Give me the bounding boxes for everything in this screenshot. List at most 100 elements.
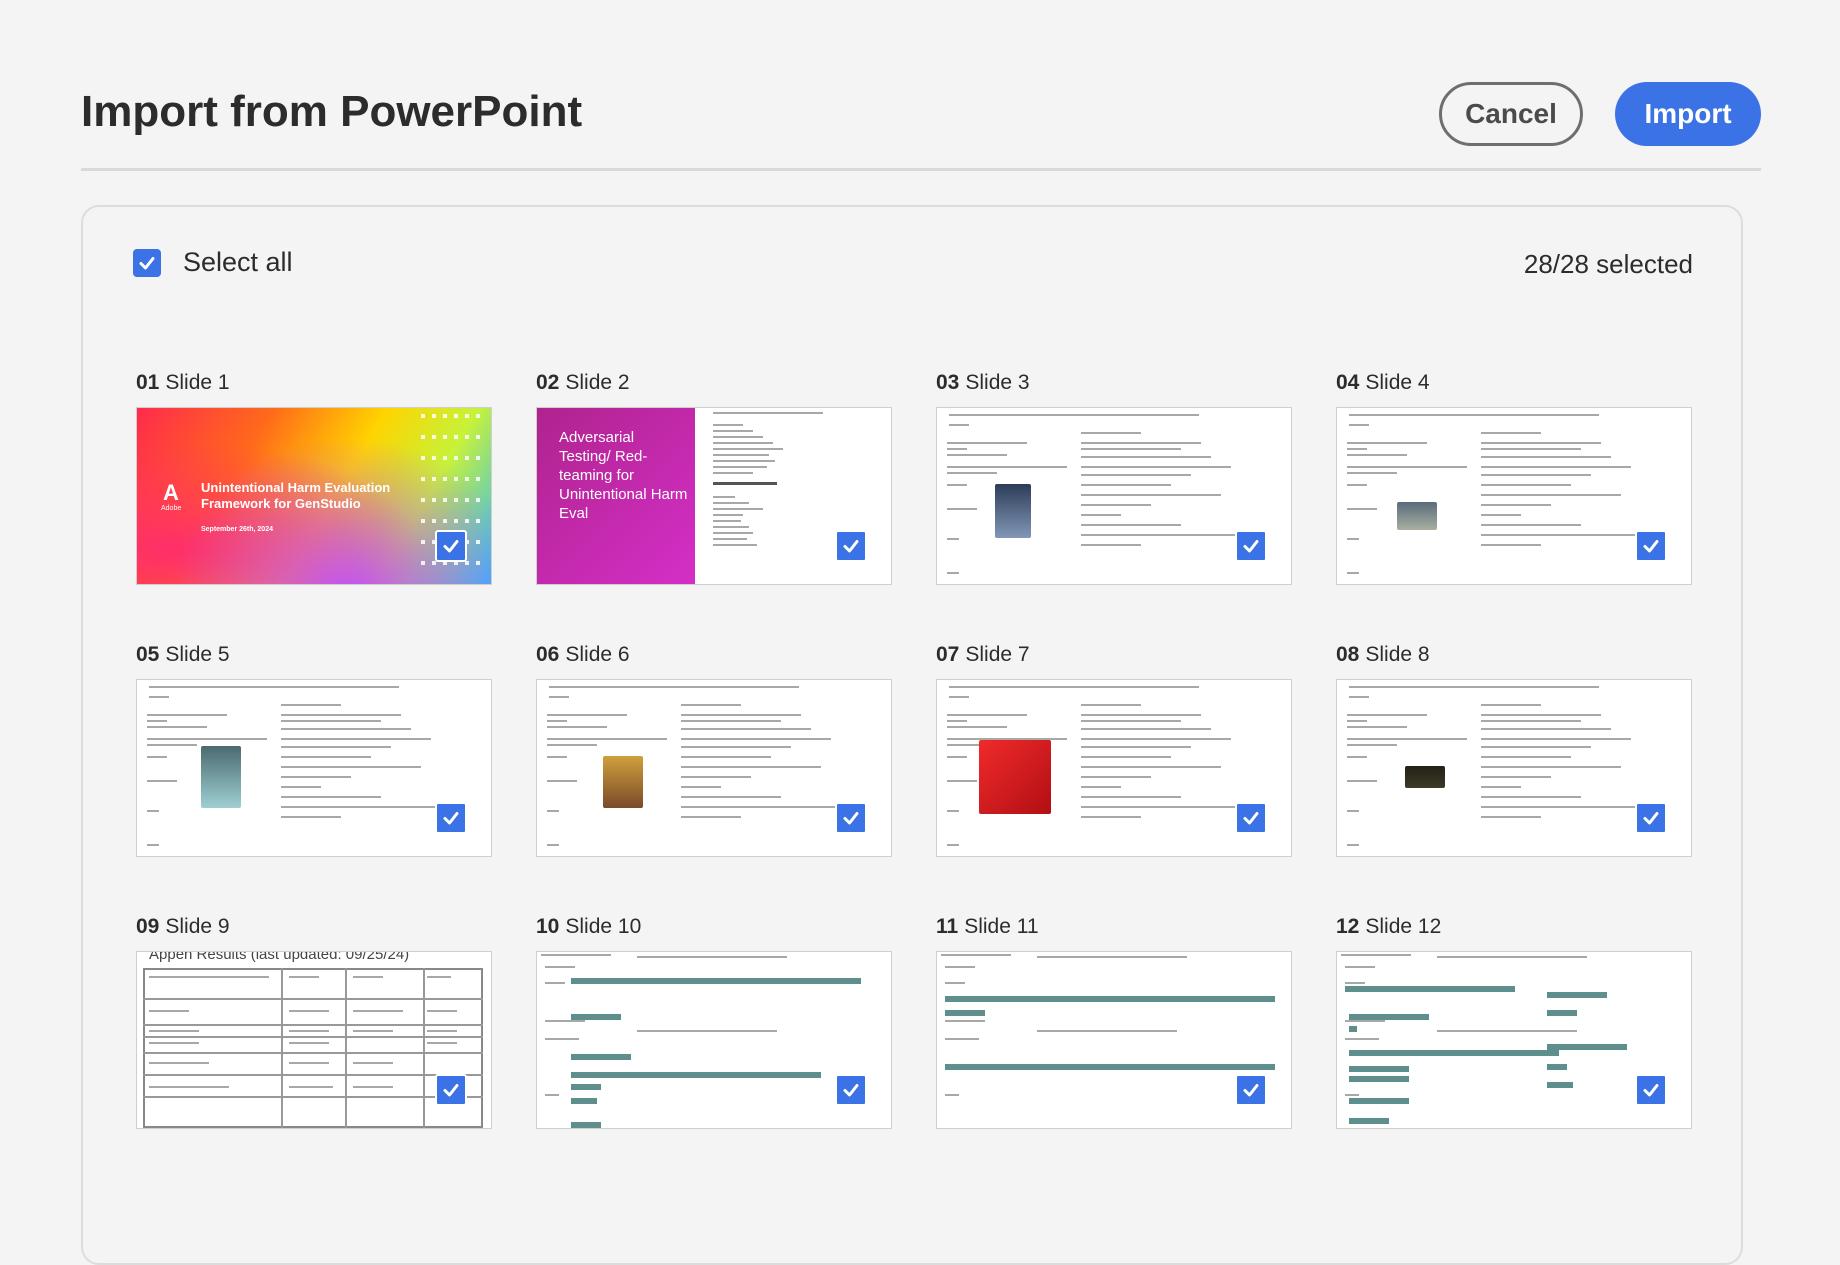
slide-checkbox[interactable] bbox=[1635, 530, 1667, 562]
cancel-button[interactable]: Cancel bbox=[1439, 82, 1583, 146]
slide-thumbnail[interactable] bbox=[936, 679, 1292, 857]
slide-thumbnail[interactable]: Appen Results (last updated: 09/25/24) bbox=[136, 951, 492, 1129]
thumbnail-text-line bbox=[545, 1020, 585, 1022]
pattern-dot bbox=[476, 456, 480, 460]
thumbnail-text-line bbox=[281, 738, 431, 740]
slide-checkbox[interactable] bbox=[1235, 1074, 1267, 1106]
thumbnail-text-line bbox=[1481, 816, 1541, 818]
chart-bar bbox=[945, 996, 1275, 1002]
pattern-dot bbox=[421, 414, 425, 418]
slide-thumbnail[interactable] bbox=[136, 679, 492, 857]
slide-checkbox[interactable] bbox=[435, 1074, 467, 1106]
chart-bar bbox=[571, 978, 861, 984]
slide-thumbnail[interactable] bbox=[1336, 951, 1692, 1129]
thumbnail-text-line bbox=[681, 720, 781, 722]
thumbnail-text-line bbox=[541, 954, 611, 956]
thumbnail-text-line bbox=[947, 472, 997, 474]
thumbnail-text-line bbox=[681, 728, 811, 730]
slide-checkbox[interactable] bbox=[435, 802, 467, 834]
thumbnail-text-line bbox=[1081, 432, 1141, 434]
thumbnail-text-line bbox=[1481, 504, 1551, 506]
pattern-dot bbox=[421, 561, 425, 565]
slide-thumbnail[interactable] bbox=[1336, 407, 1692, 585]
slide-thumbnail[interactable] bbox=[936, 407, 1292, 585]
thumbnail-text-line bbox=[713, 460, 775, 462]
thumbnail-text-line bbox=[713, 472, 753, 474]
slide-name: Slide 4 bbox=[1365, 371, 1430, 394]
slide-thumbnail[interactable]: Adversarial Testing/ Red-teaming for Uni… bbox=[536, 407, 892, 585]
thumbnail-text-line bbox=[289, 1030, 329, 1032]
slide-card[interactable]: 09 Slide 9 Appen Results (last updated: 09… bbox=[136, 911, 492, 1129]
slide-label: 10 Slide 10 bbox=[536, 911, 892, 943]
thumbnail-text-line bbox=[945, 1094, 959, 1096]
thumbnail-text-line bbox=[1081, 448, 1181, 450]
thumbnail-text-line bbox=[1347, 726, 1407, 728]
checkmark-icon bbox=[1243, 812, 1259, 825]
results-table bbox=[143, 968, 483, 1128]
select-all-checkbox[interactable] bbox=[133, 248, 161, 277]
slides-panel[interactable]: Select all 28/28 selected 01 Slide 1 A Adob… bbox=[81, 205, 1743, 1265]
slide-checkbox[interactable] bbox=[835, 530, 867, 562]
slide-name: Slide 10 bbox=[565, 915, 642, 938]
slide-checkbox[interactable] bbox=[435, 530, 467, 562]
slide-thumbnail[interactable] bbox=[536, 951, 892, 1129]
table-row-rule bbox=[143, 998, 483, 1000]
thumbnail-text-line bbox=[713, 448, 783, 450]
slide-checkbox[interactable] bbox=[835, 1074, 867, 1106]
thumbnail-text-line bbox=[1081, 756, 1171, 758]
slide-card[interactable]: 10 Slide 10 bbox=[536, 911, 892, 1129]
thumbnail-text-line bbox=[945, 1038, 979, 1040]
thumbnail-text-line bbox=[147, 714, 227, 716]
slide-checkbox[interactable] bbox=[1235, 802, 1267, 834]
thumbnail-text-line bbox=[945, 966, 975, 968]
pattern-dot bbox=[476, 519, 480, 523]
slide-label: 01 Slide 1 bbox=[136, 367, 492, 399]
thumbnail-text-line bbox=[1481, 714, 1601, 716]
slide-thumbnail[interactable] bbox=[536, 679, 892, 857]
thumbnail-text-line bbox=[947, 448, 967, 450]
thumbnail-text-line bbox=[637, 1030, 777, 1032]
thumbnail-text-line bbox=[1481, 746, 1591, 748]
slide-thumbnail[interactable] bbox=[1336, 679, 1692, 857]
slide-label: 04 Slide 4 bbox=[1336, 367, 1692, 399]
thumbnail-text-line bbox=[281, 776, 351, 778]
thumbnail-text-line bbox=[949, 424, 969, 426]
chart-bar bbox=[1349, 1050, 1559, 1056]
thumbnail-text-line bbox=[1037, 1030, 1177, 1032]
slide-card[interactable]: 04 Slide 4 bbox=[1336, 367, 1692, 585]
slide-card[interactable]: 02 Slide 2 Adversarial Testing/ Red-teamin… bbox=[536, 367, 892, 585]
slide-checkbox[interactable] bbox=[1235, 530, 1267, 562]
slide-card[interactable]: 01 Slide 1 A Adobe Unintentional Harm Evalua… bbox=[136, 367, 492, 585]
thumbnail-text-line bbox=[1347, 538, 1359, 540]
table-row-rule bbox=[143, 1096, 483, 1098]
thumbnail-text-line bbox=[149, 1086, 229, 1088]
thumbnail-text-line bbox=[1081, 806, 1241, 808]
thumbnail-text-line bbox=[547, 844, 559, 846]
thumbnail-text-line bbox=[949, 686, 1199, 688]
import-button[interactable]: Import bbox=[1615, 82, 1761, 146]
thumbnail-text-line bbox=[1347, 454, 1407, 456]
slide-card[interactable]: 08 Slide 8 bbox=[1336, 639, 1692, 857]
slide-checkbox[interactable] bbox=[1635, 802, 1667, 834]
thumbnail-text-line bbox=[1347, 744, 1397, 746]
slide-card[interactable]: 06 Slide 6 bbox=[536, 639, 892, 857]
slide-card[interactable]: 05 Slide 5 bbox=[136, 639, 492, 857]
pattern-dot bbox=[465, 498, 469, 502]
slide-card[interactable]: 07 Slide 7 bbox=[936, 639, 1292, 857]
slide-thumbnail[interactable]: A Adobe Unintentional Harm Evaluation Fram… bbox=[136, 407, 492, 585]
pattern-dot bbox=[443, 519, 447, 523]
slide-checkbox[interactable] bbox=[1635, 1074, 1667, 1106]
slide-checkbox[interactable] bbox=[835, 802, 867, 834]
slide-card[interactable]: 12 Slide 12 bbox=[1336, 911, 1692, 1129]
thumbnail-text-line bbox=[1481, 786, 1521, 788]
thumbnail-text-line bbox=[947, 756, 967, 758]
slide-card[interactable]: 03 Slide 3 bbox=[936, 367, 1292, 585]
slide-thumbnail[interactable] bbox=[936, 951, 1292, 1129]
dialog-header: Import from PowerPoint Cancel Import bbox=[81, 82, 1761, 170]
select-all[interactable]: Select all bbox=[133, 247, 293, 278]
thumbnail-text-line bbox=[681, 786, 721, 788]
thumbnail-text-line bbox=[713, 502, 749, 504]
pattern-dot bbox=[454, 435, 458, 439]
chart-bar bbox=[1349, 1066, 1409, 1072]
slide-card[interactable]: 11 Slide 11 bbox=[936, 911, 1292, 1129]
